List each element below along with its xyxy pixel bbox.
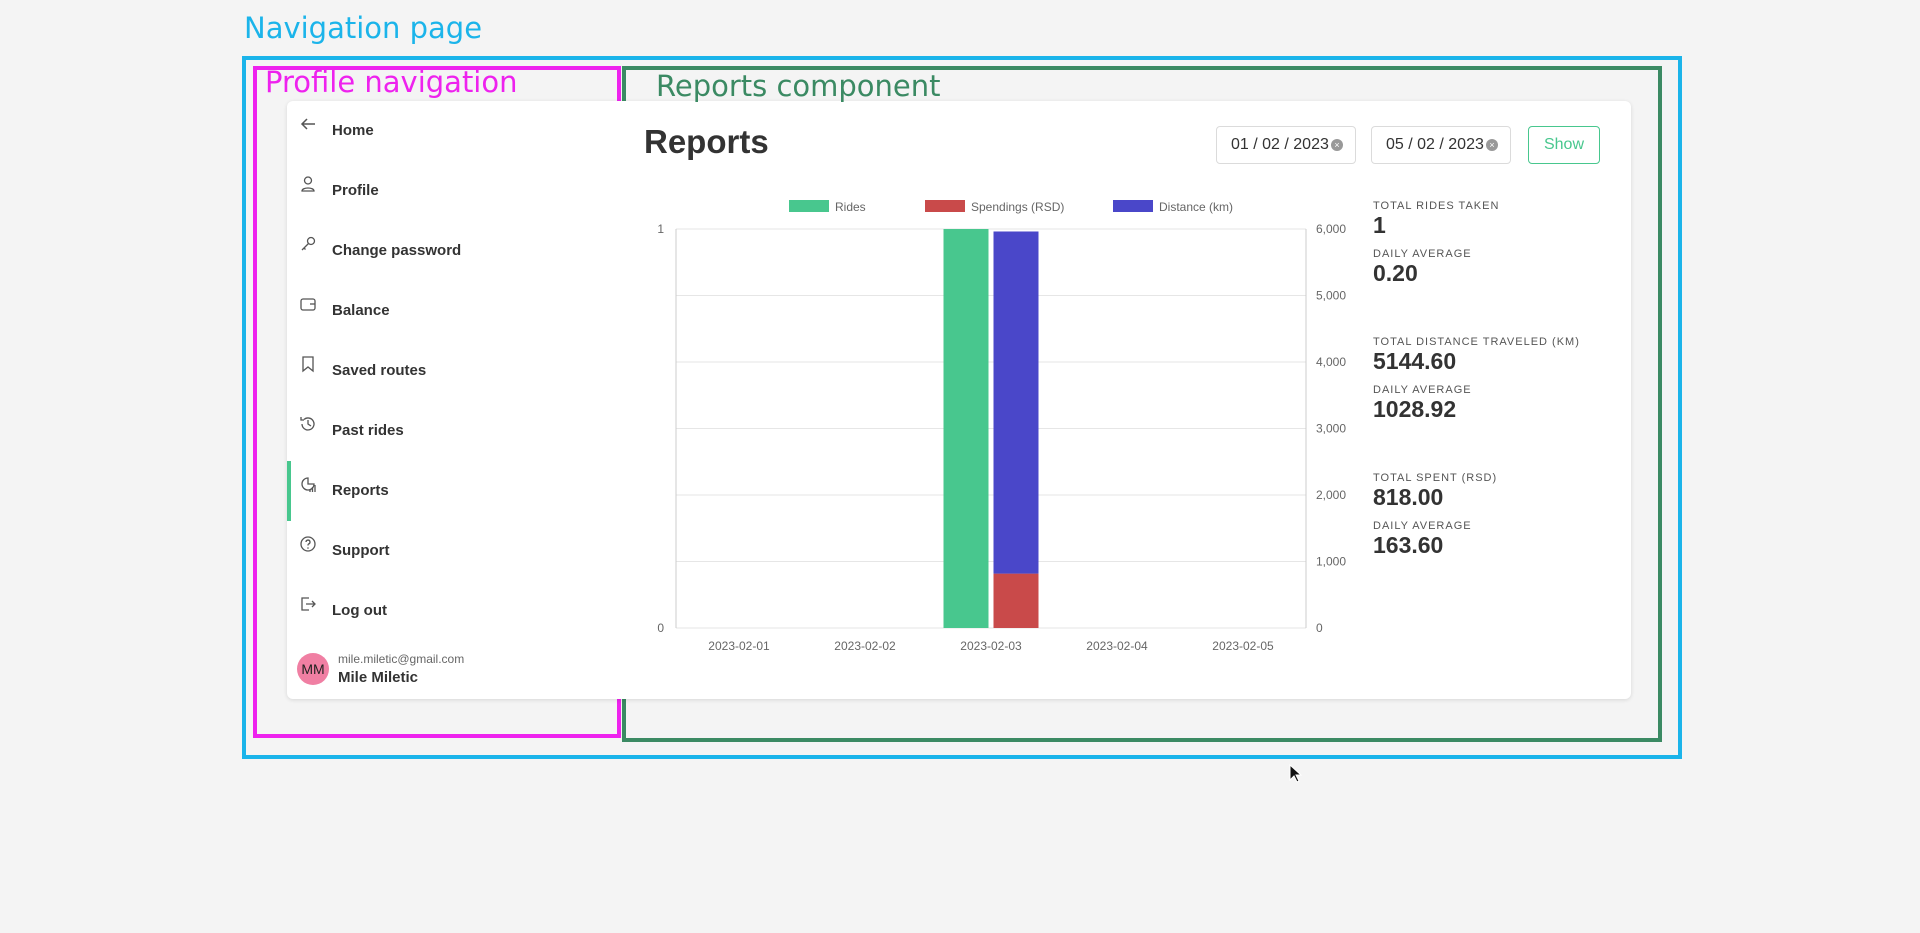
total-distance-value: 5144.60 xyxy=(1373,348,1457,374)
profile-card: Home Profile Change password Balance Sav… xyxy=(287,101,1631,699)
spent-daily-average-value: 163.60 xyxy=(1373,532,1444,558)
from-date-value: 01 / 02 / 2023 xyxy=(1231,136,1329,153)
sidebar-item-label: Past rides xyxy=(332,422,404,439)
rides-daily-average-label: DAILY AVERAGE xyxy=(1373,248,1472,260)
y-right-tick-label: 3,000 xyxy=(1316,422,1346,436)
profile-navigation-annotation-label: Profile navigation xyxy=(265,65,518,99)
distance-daily-average-value: 1028.92 xyxy=(1373,396,1457,422)
y-right-tick-label: 1,000 xyxy=(1316,555,1346,569)
sidebar-item-balance[interactable]: Balance xyxy=(287,281,617,341)
show-button[interactable]: Show xyxy=(1528,126,1600,164)
x-tick-label: 2023-02-02 xyxy=(834,639,896,653)
sidebar-item-label: Profile xyxy=(332,182,379,199)
legend-label: Rides xyxy=(835,200,866,214)
sidebar-item-label: Balance xyxy=(332,302,390,319)
total-spent-label: TOTAL SPENT (RSD) xyxy=(1373,472,1498,484)
sidebar-item-support[interactable]: Support xyxy=(287,521,617,581)
total-rides-label: TOTAL RIDES TAKEN xyxy=(1373,200,1500,212)
sidebar-item-log-out[interactable]: Log out xyxy=(287,581,617,641)
from-date-input[interactable]: 01 / 02 / 2023 × xyxy=(1216,126,1356,164)
x-tick-label: 2023-02-03 xyxy=(960,639,1022,653)
distance-daily-average-label: DAILY AVERAGE xyxy=(1373,384,1472,396)
x-tick-label: 2023-02-04 xyxy=(1086,639,1148,653)
legend-swatch xyxy=(1113,200,1153,212)
page-title: Reports xyxy=(644,123,769,160)
avatar: MM xyxy=(297,653,329,685)
logout-icon xyxy=(301,597,316,611)
y-left-tick-label: 0 xyxy=(657,621,664,635)
to-date-value: 05 / 02 / 2023 xyxy=(1386,136,1484,153)
legend-swatch xyxy=(925,200,965,212)
legend-label: Distance (km) xyxy=(1159,200,1233,214)
sidebar-item-profile[interactable]: Profile xyxy=(287,161,617,221)
bar-spendings xyxy=(993,573,1039,628)
sidebar-item-label: Support xyxy=(332,542,390,559)
rides-daily-average-value: 0.20 xyxy=(1373,260,1418,286)
bar-distance xyxy=(993,231,1039,574)
sidebar-item-saved-routes[interactable]: Saved routes xyxy=(287,341,617,401)
bookmark-icon xyxy=(302,356,314,373)
key-icon xyxy=(301,236,316,251)
sidebar-item-past-rides[interactable]: Past rides xyxy=(287,401,617,461)
sidebar-item-label: Change password xyxy=(332,242,462,259)
user-name: Mile Miletic xyxy=(338,669,419,686)
y-right-tick-label: 6,000 xyxy=(1316,222,1346,236)
total-rides-value: 1 xyxy=(1373,212,1386,238)
mouse-cursor-icon xyxy=(1289,764,1303,783)
history-icon xyxy=(300,417,315,431)
y-right-tick-label: 5,000 xyxy=(1316,289,1346,303)
wallet-icon xyxy=(300,298,316,311)
x-tick-label: 2023-02-01 xyxy=(708,639,770,653)
user-info: MM mile.miletic@gmail.com Mile Miletic xyxy=(297,649,597,689)
sidebar-item-reports[interactable]: Reports xyxy=(287,461,617,521)
clear-from-date-icon[interactable]: × xyxy=(1331,139,1343,151)
arrow-left-icon xyxy=(300,118,315,130)
sidebar-item-label: Home xyxy=(332,122,374,139)
active-indicator xyxy=(287,461,291,521)
total-distance-label: TOTAL DISTANCE TRAVELED (KM) xyxy=(1373,336,1580,348)
y-right-tick-label: 4,000 xyxy=(1316,355,1346,369)
sidebar-item-label: Log out xyxy=(332,602,387,619)
y-right-tick-label: 2,000 xyxy=(1316,488,1346,502)
bar-rides xyxy=(943,229,989,628)
y-left-tick-label: 1 xyxy=(657,222,664,236)
total-spent-value: 818.00 xyxy=(1373,484,1444,510)
clear-to-date-icon[interactable]: × xyxy=(1486,139,1498,151)
x-tick-label: 2023-02-05 xyxy=(1212,639,1274,653)
navigation-page-annotation-label: Navigation page xyxy=(244,11,483,45)
user-email: mile.miletic@gmail.com xyxy=(338,652,465,666)
question-circle-icon xyxy=(300,536,316,552)
spent-daily-average-label: DAILY AVERAGE xyxy=(1373,520,1472,532)
y-right-tick-label: 0 xyxy=(1316,621,1323,635)
reports-chart: 0 1,000 2,000 3,000 4,000 5,000 6,000 0 1 2023-02… xyxy=(657,200,1346,653)
user-icon xyxy=(301,176,315,192)
legend-label: Spendings (RSD) xyxy=(971,200,1064,214)
to-date-input[interactable]: 05 / 02 / 2023 × xyxy=(1371,126,1511,164)
sidebar-item-home[interactable]: Home xyxy=(287,101,617,161)
profile-sidebar: Home Profile Change password Balance Sav… xyxy=(287,101,617,699)
legend-swatch xyxy=(789,200,829,212)
report-chart-icon xyxy=(301,477,316,492)
sidebar-item-change-password[interactable]: Change password xyxy=(287,221,617,281)
sidebar-item-label: Reports xyxy=(332,482,389,499)
sidebar-item-label: Saved routes xyxy=(332,362,427,379)
reports-component-annotation-label: Reports component xyxy=(656,69,941,103)
